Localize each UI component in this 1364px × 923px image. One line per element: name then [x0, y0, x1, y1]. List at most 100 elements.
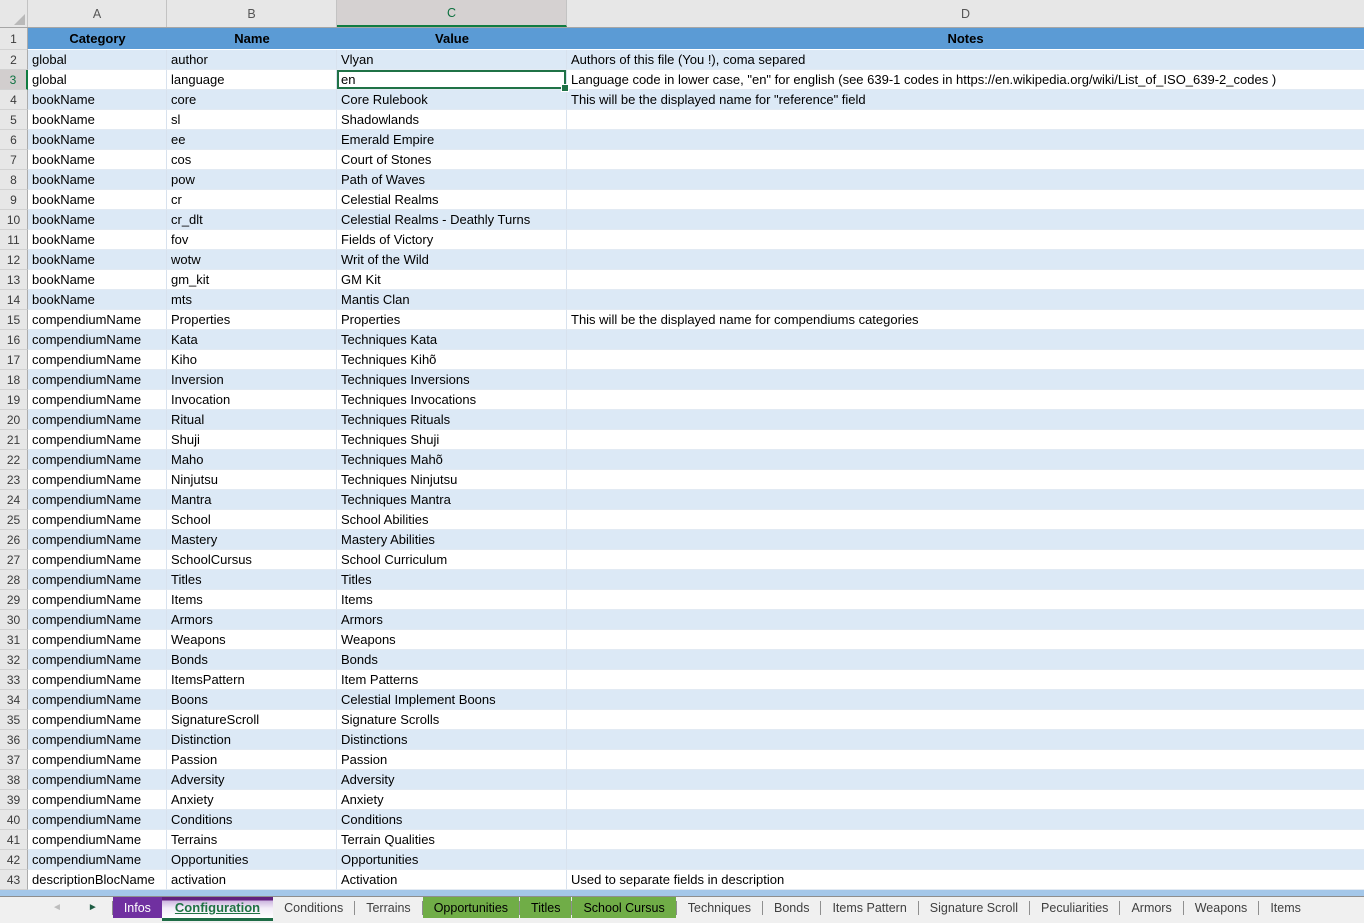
row-number[interactable]: 11	[0, 230, 28, 250]
cell-name[interactable]: Kiho	[167, 350, 337, 370]
row-number[interactable]: 9	[0, 190, 28, 210]
sheet-tab-infos[interactable]: Infos	[113, 897, 162, 918]
cell-notes[interactable]	[567, 450, 1364, 470]
cell-name[interactable]: School	[167, 510, 337, 530]
cell-name[interactable]: Inversion	[167, 370, 337, 390]
row-number[interactable]: 30	[0, 610, 28, 630]
cell-name[interactable]: Bonds	[167, 650, 337, 670]
cell-notes[interactable]	[567, 610, 1364, 630]
cell-category[interactable]: bookName	[28, 150, 167, 170]
cell-category[interactable]: compendiumName	[28, 490, 167, 510]
cell-category[interactable]: descriptionBlocName	[28, 870, 167, 890]
row-number[interactable]: 3	[0, 70, 28, 90]
cell-notes[interactable]	[567, 110, 1364, 130]
cell-notes[interactable]	[567, 690, 1364, 710]
cell-name[interactable]: cos	[167, 150, 337, 170]
row-number[interactable]: 5	[0, 110, 28, 130]
row-number[interactable]: 38	[0, 770, 28, 790]
cell-name[interactable]: wotw	[167, 250, 337, 270]
cell-category[interactable]: compendiumName	[28, 750, 167, 770]
header-cell-name[interactable]: Name	[167, 28, 337, 50]
cell-notes[interactable]	[567, 170, 1364, 190]
row-number[interactable]: 19	[0, 390, 28, 410]
sheet-tab-bonds[interactable]: Bonds	[763, 897, 820, 918]
cell-value[interactable]: GM Kit	[337, 270, 567, 290]
cell-notes[interactable]	[567, 630, 1364, 650]
cell-category[interactable]: compendiumName	[28, 570, 167, 590]
cell-notes[interactable]	[567, 270, 1364, 290]
cell-value[interactable]: Weapons	[337, 630, 567, 650]
cell-value[interactable]: Techniques Kihõ	[337, 350, 567, 370]
cell-value[interactable]: Core Rulebook	[337, 90, 567, 110]
row-number[interactable]: 34	[0, 690, 28, 710]
sheet-tab-signature-scroll[interactable]: Signature Scroll	[919, 897, 1029, 918]
row-number[interactable]: 43	[0, 870, 28, 890]
cell-name[interactable]: Passion	[167, 750, 337, 770]
row-number[interactable]: 26	[0, 530, 28, 550]
row-number[interactable]: 23	[0, 470, 28, 490]
row-number[interactable]: 10	[0, 210, 28, 230]
cell-category[interactable]: compendiumName	[28, 730, 167, 750]
sheet-tab-items[interactable]: Items	[1259, 897, 1312, 918]
cell-category[interactable]: bookName	[28, 90, 167, 110]
column-header-b[interactable]: B	[167, 0, 337, 27]
cell-name[interactable]: Boons	[167, 690, 337, 710]
sheet-tab-titles[interactable]: Titles	[520, 897, 571, 918]
cell-notes[interactable]: Language code in lower case, "en" for en…	[567, 70, 1364, 90]
cell-value[interactable]: Vlyan	[337, 50, 567, 70]
cell-notes[interactable]	[567, 770, 1364, 790]
column-header-c-selected[interactable]: C	[337, 0, 567, 27]
cell-notes[interactable]	[567, 590, 1364, 610]
cell-name[interactable]: mts	[167, 290, 337, 310]
cell-category[interactable]: compendiumName	[28, 550, 167, 570]
cell-name[interactable]: Shuji	[167, 430, 337, 450]
cell-value[interactable]: Item Patterns	[337, 670, 567, 690]
cell-category[interactable]: compendiumName	[28, 770, 167, 790]
cell-notes[interactable]	[567, 830, 1364, 850]
sheet-tab-terrains[interactable]: Terrains	[355, 897, 421, 918]
cell-name[interactable]: Conditions	[167, 810, 337, 830]
cell-category[interactable]: bookName	[28, 110, 167, 130]
sheet-tab-items-pattern[interactable]: Items Pattern	[821, 897, 917, 918]
cell-notes[interactable]	[567, 290, 1364, 310]
row-number[interactable]: 18	[0, 370, 28, 390]
cell-name[interactable]: Invocation	[167, 390, 337, 410]
cell-name[interactable]: Maho	[167, 450, 337, 470]
cell-value[interactable]: Shadowlands	[337, 110, 567, 130]
cell-category[interactable]: compendiumName	[28, 830, 167, 850]
cell-category[interactable]: compendiumName	[28, 470, 167, 490]
select-all-corner[interactable]	[0, 0, 28, 27]
row-number[interactable]: 39	[0, 790, 28, 810]
cell-notes[interactable]	[567, 470, 1364, 490]
cell-value[interactable]: Mastery Abilities	[337, 530, 567, 550]
cell-name[interactable]: Anxiety	[167, 790, 337, 810]
row-number[interactable]: 31	[0, 630, 28, 650]
cell-notes[interactable]	[567, 150, 1364, 170]
cell-value[interactable]: Techniques Invocations	[337, 390, 567, 410]
cell-category[interactable]: compendiumName	[28, 510, 167, 530]
cell-category[interactable]: compendiumName	[28, 810, 167, 830]
row-number[interactable]: 41	[0, 830, 28, 850]
cell-notes[interactable]: Authors of this file (You !), coma separ…	[567, 50, 1364, 70]
row-number[interactable]: 24	[0, 490, 28, 510]
row-number[interactable]: 14	[0, 290, 28, 310]
cell-notes[interactable]	[567, 130, 1364, 150]
row-number[interactable]: 32	[0, 650, 28, 670]
cell-value[interactable]: Signature Scrolls	[337, 710, 567, 730]
row-number[interactable]: 7	[0, 150, 28, 170]
cell-value[interactable]: Techniques Shuji	[337, 430, 567, 450]
cell-name[interactable]: Ninjutsu	[167, 470, 337, 490]
cell-value[interactable]: Fields of Victory	[337, 230, 567, 250]
cell-name[interactable]: Adversity	[167, 770, 337, 790]
cell-notes[interactable]	[567, 650, 1364, 670]
header-cell-notes[interactable]: Notes	[567, 28, 1364, 50]
row-number[interactable]: 42	[0, 850, 28, 870]
cell-notes[interactable]	[567, 250, 1364, 270]
cell-notes[interactable]	[567, 190, 1364, 210]
cell-value[interactable]: Activation	[337, 870, 567, 890]
cell-category[interactable]: compendiumName	[28, 630, 167, 650]
cell-value[interactable]: Celestial Realms	[337, 190, 567, 210]
cell-category[interactable]: compendiumName	[28, 350, 167, 370]
cell-name[interactable]: Terrains	[167, 830, 337, 850]
cell-value[interactable]: Opportunities	[337, 850, 567, 870]
